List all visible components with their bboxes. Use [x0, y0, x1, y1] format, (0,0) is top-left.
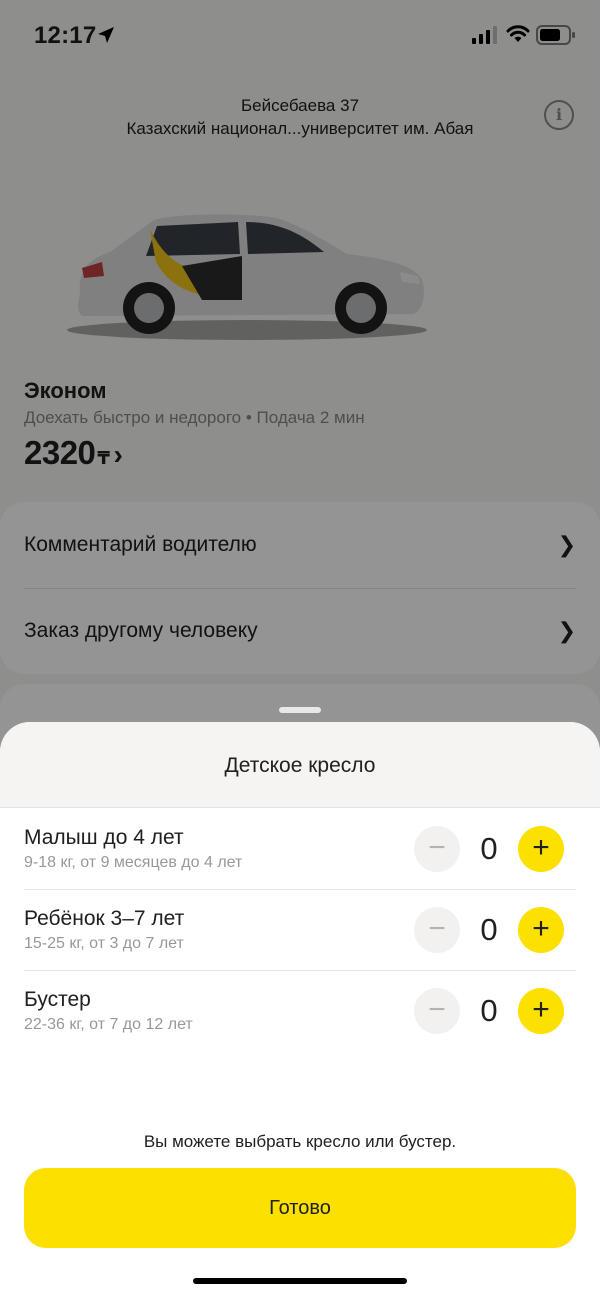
increment-button[interactable]: + — [518, 988, 564, 1034]
seat-hint: Вы можете выбрать кресло или бустер. — [143, 1132, 457, 1151]
decrement-button[interactable]: − — [414, 826, 460, 872]
seat-subtitle: 15-25 кг, от 3 до 7 лет — [24, 935, 184, 952]
seat-row-infant: Малыш до 4 лет 9-18 кг, от 9 месяцев до … — [0, 808, 600, 889]
seat-count: 0 — [480, 993, 498, 1028]
sheet-grabber[interactable] — [279, 707, 321, 713]
decrement-button[interactable]: − — [414, 988, 460, 1034]
seat-count: 0 — [480, 912, 498, 947]
increment-button[interactable]: + — [518, 907, 564, 953]
done-button[interactable]: Готово — [24, 1168, 576, 1248]
seat-row-child: Ребёнок 3–7 лет 15-25 кг, от 3 до 7 лет … — [0, 889, 600, 970]
decrement-button[interactable]: − — [414, 907, 460, 953]
child-seat-sheet: Детское кресло Малыш до 4 лет 9-18 кг, о… — [0, 722, 600, 1297]
seat-row-booster: Бустер 22-36 кг, от 7 до 12 лет − 0 + — [0, 970, 600, 1051]
seat-title: Бустер — [24, 988, 91, 1011]
seat-title: Ребёнок 3–7 лет — [24, 907, 185, 930]
increment-button[interactable]: + — [518, 826, 564, 872]
screen: 12:17 Бейсебаева 37 Казахский национал..… — [0, 0, 600, 1297]
seat-title: Малыш до 4 лет — [24, 826, 184, 849]
home-indicator[interactable] — [193, 1278, 407, 1284]
seat-count: 0 — [480, 831, 498, 866]
seat-subtitle: 9-18 кг, от 9 месяцев до 4 лет — [24, 854, 243, 871]
seat-subtitle: 22-36 кг, от 7 до 12 лет — [24, 1016, 193, 1033]
sheet-title: Детское кресло — [0, 722, 600, 808]
